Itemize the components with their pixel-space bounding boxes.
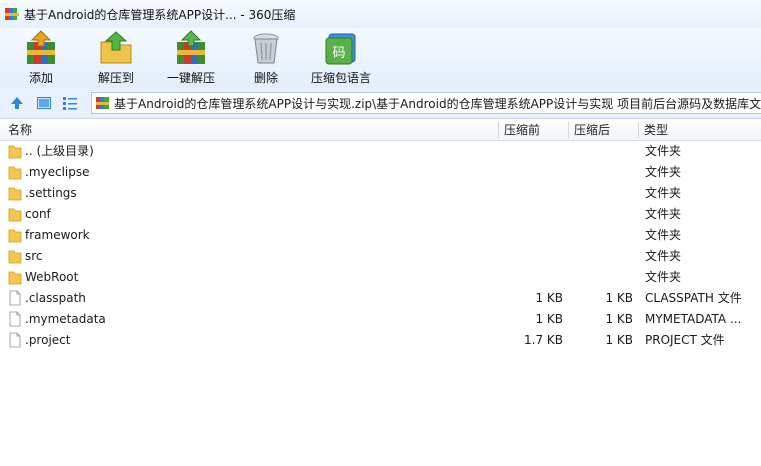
folder-icon xyxy=(8,271,22,285)
list-item[interactable]: .project 1.7 KB 1 KB PROJECT 文件 xyxy=(0,330,761,351)
file-icon xyxy=(9,311,21,327)
column-compressed-size[interactable]: 压缩后 xyxy=(574,120,610,140)
file-name: .project xyxy=(25,333,71,347)
folder-icon xyxy=(8,229,22,243)
title-bar: 基于Android的仓库管理系统APP设计... - 360压缩 xyxy=(0,0,761,28)
list-item[interactable]: WebRoot 文件夹 xyxy=(0,267,761,288)
file-name: src xyxy=(25,249,43,263)
column-header: 名称 压缩前 压缩后 类型 xyxy=(0,120,761,141)
column-divider[interactable] xyxy=(498,122,499,138)
add-button-label: 添加 xyxy=(28,71,53,85)
file-type: 文件夹 xyxy=(645,270,682,284)
file-icon xyxy=(9,290,21,306)
file-type: 文件夹 xyxy=(645,228,682,242)
path-text: 基于Android的仓库管理系统APP设计与实现.zip\基于Android的仓… xyxy=(114,96,761,111)
window-title: 基于Android的仓库管理系统APP设计... - 360压缩 xyxy=(24,7,296,22)
file-name: .myeclipse xyxy=(25,165,90,179)
archive-language-button[interactable]: 码 压缩包语言 xyxy=(309,30,373,86)
file-type: MYMETADATA ... xyxy=(645,312,742,326)
original-size: 1 KB xyxy=(535,312,563,326)
list-item[interactable]: src 文件夹 xyxy=(0,246,761,267)
original-size: 1.7 KB xyxy=(524,333,563,347)
one-click-extract-label: 一键解压 xyxy=(166,71,215,85)
file-type: 文件夹 xyxy=(645,207,682,221)
folder-icon xyxy=(8,208,22,222)
file-list: .. (上级目录) 文件夹 .myeclipse 文件夹 .settings 文… xyxy=(0,141,761,351)
toolbar: 添加 解压到 一键解压 删除 码 压缩包语言 xyxy=(0,28,761,88)
list-item[interactable]: .mymetadata 1 KB 1 KB MYMETADATA ... xyxy=(0,309,761,330)
file-icon xyxy=(9,332,21,348)
file-name: WebRoot xyxy=(25,270,79,284)
file-name: conf xyxy=(25,207,51,221)
address-bar: 基于Android的仓库管理系统APP设计与实现.zip\基于Android的仓… xyxy=(0,88,761,119)
360zip-app-icon xyxy=(5,8,19,20)
folder-icon xyxy=(8,250,22,264)
file-type: 文件夹 xyxy=(645,186,682,200)
delete-icon xyxy=(253,33,279,64)
extract-to-icon xyxy=(100,31,132,64)
file-type: PROJECT 文件 xyxy=(645,333,725,347)
one-click-extract-button[interactable]: 一键解压 xyxy=(159,30,223,86)
archive-language-icon: 码 xyxy=(325,33,356,65)
folder-icon xyxy=(8,187,22,201)
compressed-size: 1 KB xyxy=(605,333,633,347)
file-name: .classpath xyxy=(25,291,86,305)
delete-button[interactable]: 删除 xyxy=(234,30,298,86)
list-item[interactable]: .. (上级目录) 文件夹 xyxy=(0,141,761,162)
column-original-size[interactable]: 压缩前 xyxy=(504,120,540,140)
one-click-extract-icon xyxy=(177,30,205,64)
extract-to-button[interactable]: 解压到 xyxy=(84,30,148,86)
column-divider[interactable] xyxy=(638,122,639,138)
thumbnail-view-icon[interactable] xyxy=(36,95,52,111)
extract-to-label: 解压到 xyxy=(97,71,134,85)
compressed-size: 1 KB xyxy=(605,312,633,326)
file-type: 文件夹 xyxy=(645,165,682,179)
archive-language-label: 压缩包语言 xyxy=(310,71,371,85)
list-item[interactable]: .classpath 1 KB 1 KB CLASSPATH 文件 xyxy=(0,288,761,309)
delete-label: 删除 xyxy=(253,71,278,85)
file-name: framework xyxy=(25,228,90,242)
file-name: .settings xyxy=(25,186,77,200)
column-name[interactable]: 名称 xyxy=(8,120,32,140)
svg-text:码: 码 xyxy=(332,46,345,61)
column-divider[interactable] xyxy=(568,122,569,138)
up-arrow-icon[interactable] xyxy=(9,95,25,111)
add-archive-icon xyxy=(27,30,55,64)
file-name: .mymetadata xyxy=(25,312,106,326)
list-item[interactable]: conf 文件夹 xyxy=(0,204,761,225)
folder-icon xyxy=(8,166,22,180)
compressed-size: 1 KB xyxy=(605,291,633,305)
file-type: CLASSPATH 文件 xyxy=(645,291,742,305)
file-type: 文件夹 xyxy=(645,144,682,158)
folder-icon xyxy=(8,145,22,159)
list-item[interactable]: .myeclipse 文件夹 xyxy=(0,162,761,183)
add-button[interactable]: 添加 xyxy=(9,30,73,86)
file-type: 文件夹 xyxy=(645,249,682,263)
original-size: 1 KB xyxy=(535,291,563,305)
path-input[interactable]: 基于Android的仓库管理系统APP设计与实现.zip\基于Android的仓… xyxy=(91,92,761,114)
zip-archive-icon xyxy=(96,97,109,109)
column-type[interactable]: 类型 xyxy=(644,120,668,140)
list-item[interactable]: framework 文件夹 xyxy=(0,225,761,246)
list-item[interactable]: .settings 文件夹 xyxy=(0,183,761,204)
file-name: .. (上级目录) xyxy=(25,144,94,158)
list-view-icon[interactable] xyxy=(62,95,78,111)
